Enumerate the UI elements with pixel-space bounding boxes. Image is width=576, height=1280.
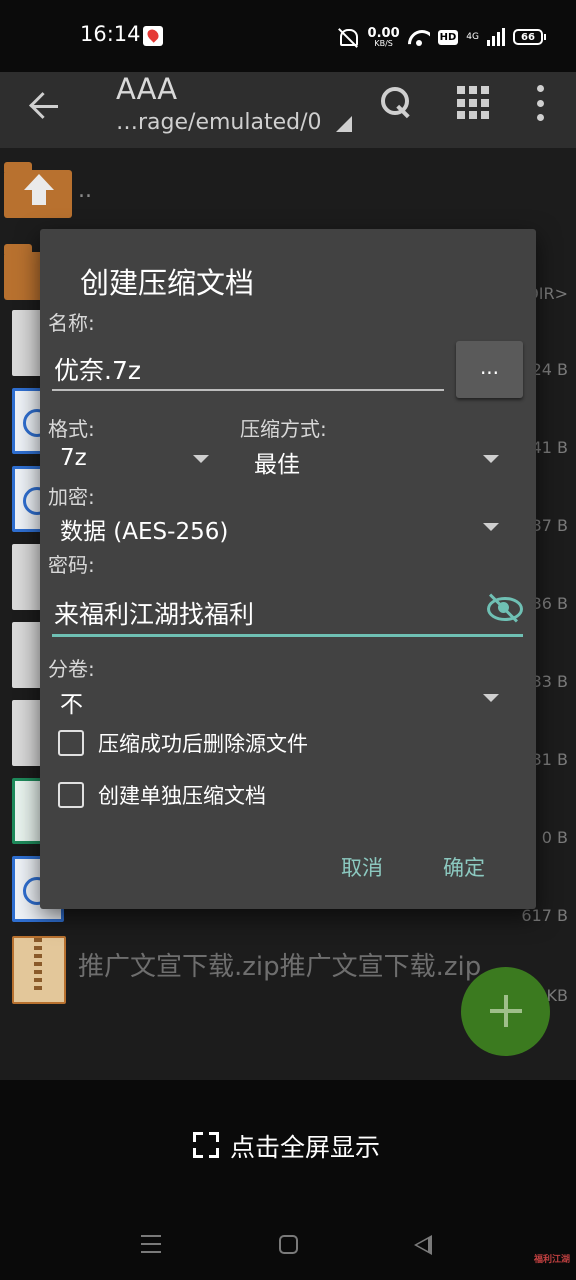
password-value: 来福利江湖找福利: [54, 600, 255, 629]
fullscreen-bar[interactable]: 点击全屏显示: [0, 1080, 576, 1210]
network-speed: 0.00 KB/S: [368, 27, 400, 48]
add-fab-button[interactable]: [461, 967, 550, 1056]
file-size: 31 B: [531, 750, 568, 769]
battery-tip: [544, 34, 546, 40]
network-type: 4G: [466, 31, 479, 42]
nav-back-icon[interactable]: [414, 1235, 432, 1255]
fullscreen-label: 点击全屏显示: [230, 1133, 381, 1162]
separate-archive-option[interactable]: 创建单独压缩文档: [58, 780, 266, 810]
folder-up-icon: [4, 162, 72, 218]
path-dropdown-icon[interactable]: [336, 116, 352, 132]
file-size: 33 B: [531, 672, 568, 691]
separate-archive-checkbox[interactable]: [58, 782, 84, 808]
toolbar-path[interactable]: …rage/emulated/0: [116, 110, 321, 135]
method-value: 最佳: [254, 452, 300, 478]
archive-name-field[interactable]: 优奈.7z: [52, 341, 444, 391]
format-label: 格式:: [48, 417, 95, 441]
encryption-label: 加密:: [48, 485, 95, 509]
watermark-logo: 福利江湖: [533, 1255, 570, 1265]
create-archive-dialog: 创建压缩文档 名称: 优奈.7z ... 格式: 压缩方式: 7z 最佳 加密:…: [40, 229, 536, 909]
back-arrow-icon[interactable]: [28, 88, 64, 124]
maps-notification-icon: [143, 26, 163, 46]
file-size: 24 B: [531, 360, 568, 379]
visibility-off-icon[interactable]: [487, 597, 523, 621]
delete-source-option[interactable]: 压缩成功后删除源文件: [58, 728, 308, 758]
signal-icon: [487, 28, 505, 46]
app-toolbar: AAA …rage/emulated/0: [0, 72, 576, 148]
status-bar: 16:14 0.00 KB/S HD 4G 66: [0, 0, 576, 72]
network-speed-value: 0.00: [367, 25, 400, 41]
password-label: 密码:: [48, 553, 95, 577]
home-icon[interactable]: [279, 1235, 298, 1254]
hd-badge: HD: [437, 29, 459, 45]
delete-source-label: 压缩成功后删除源文件: [98, 732, 308, 756]
battery-level: 66: [521, 31, 535, 43]
file-size: 0 B: [541, 828, 568, 847]
volume-label: 分卷:: [48, 657, 95, 681]
wifi-icon: [408, 28, 430, 46]
cancel-button[interactable]: 取消: [341, 852, 383, 882]
format-dropdown-icon: [193, 455, 209, 463]
recents-menu-icon[interactable]: [141, 1235, 161, 1253]
grid-view-icon[interactable]: [457, 86, 491, 120]
mute-icon: [336, 26, 360, 48]
encryption-dropdown-icon: [483, 523, 499, 531]
browse-button[interactable]: ...: [456, 341, 523, 398]
file-name: 推广文宣下载.zip推广文宣下载.zip: [78, 952, 482, 982]
zip-file-icon: [12, 936, 66, 1004]
file-size: 41 B: [531, 438, 568, 457]
list-item-parent[interactable]: ..: [0, 152, 576, 230]
format-value: 7z: [60, 445, 87, 471]
search-icon[interactable]: [380, 86, 414, 120]
system-nav-bar: [0, 1210, 576, 1280]
delete-source-checkbox[interactable]: [58, 730, 84, 756]
file-size: 37 B: [531, 516, 568, 535]
password-field[interactable]: 来福利江湖找福利: [52, 587, 523, 637]
method-dropdown-icon: [483, 455, 499, 463]
method-label: 压缩方式:: [240, 417, 327, 441]
separate-archive-label: 创建单独压缩文档: [98, 784, 266, 808]
more-options-icon[interactable]: [532, 85, 548, 121]
file-size: KB: [546, 986, 568, 1005]
parent-dir-label: ..: [78, 178, 92, 203]
encryption-value: 数据 (AES-256): [60, 519, 229, 545]
file-size: 36 B: [531, 594, 568, 613]
volume-dropdown-icon: [483, 694, 499, 702]
volume-value: 不: [60, 692, 83, 718]
dialog-title: 创建压缩文档: [80, 266, 255, 300]
status-indicators: 0.00 KB/S HD 4G 66: [336, 24, 546, 50]
network-speed-unit: KB/S: [374, 38, 393, 48]
fullscreen-icon: [193, 1132, 219, 1158]
battery-icon: 66: [513, 29, 543, 45]
ok-button[interactable]: 确定: [443, 852, 485, 882]
archive-name-value: 优奈.7z: [54, 356, 141, 385]
status-time: 16:14: [80, 22, 141, 46]
name-label: 名称:: [48, 311, 95, 335]
toolbar-title: AAA: [116, 72, 178, 106]
